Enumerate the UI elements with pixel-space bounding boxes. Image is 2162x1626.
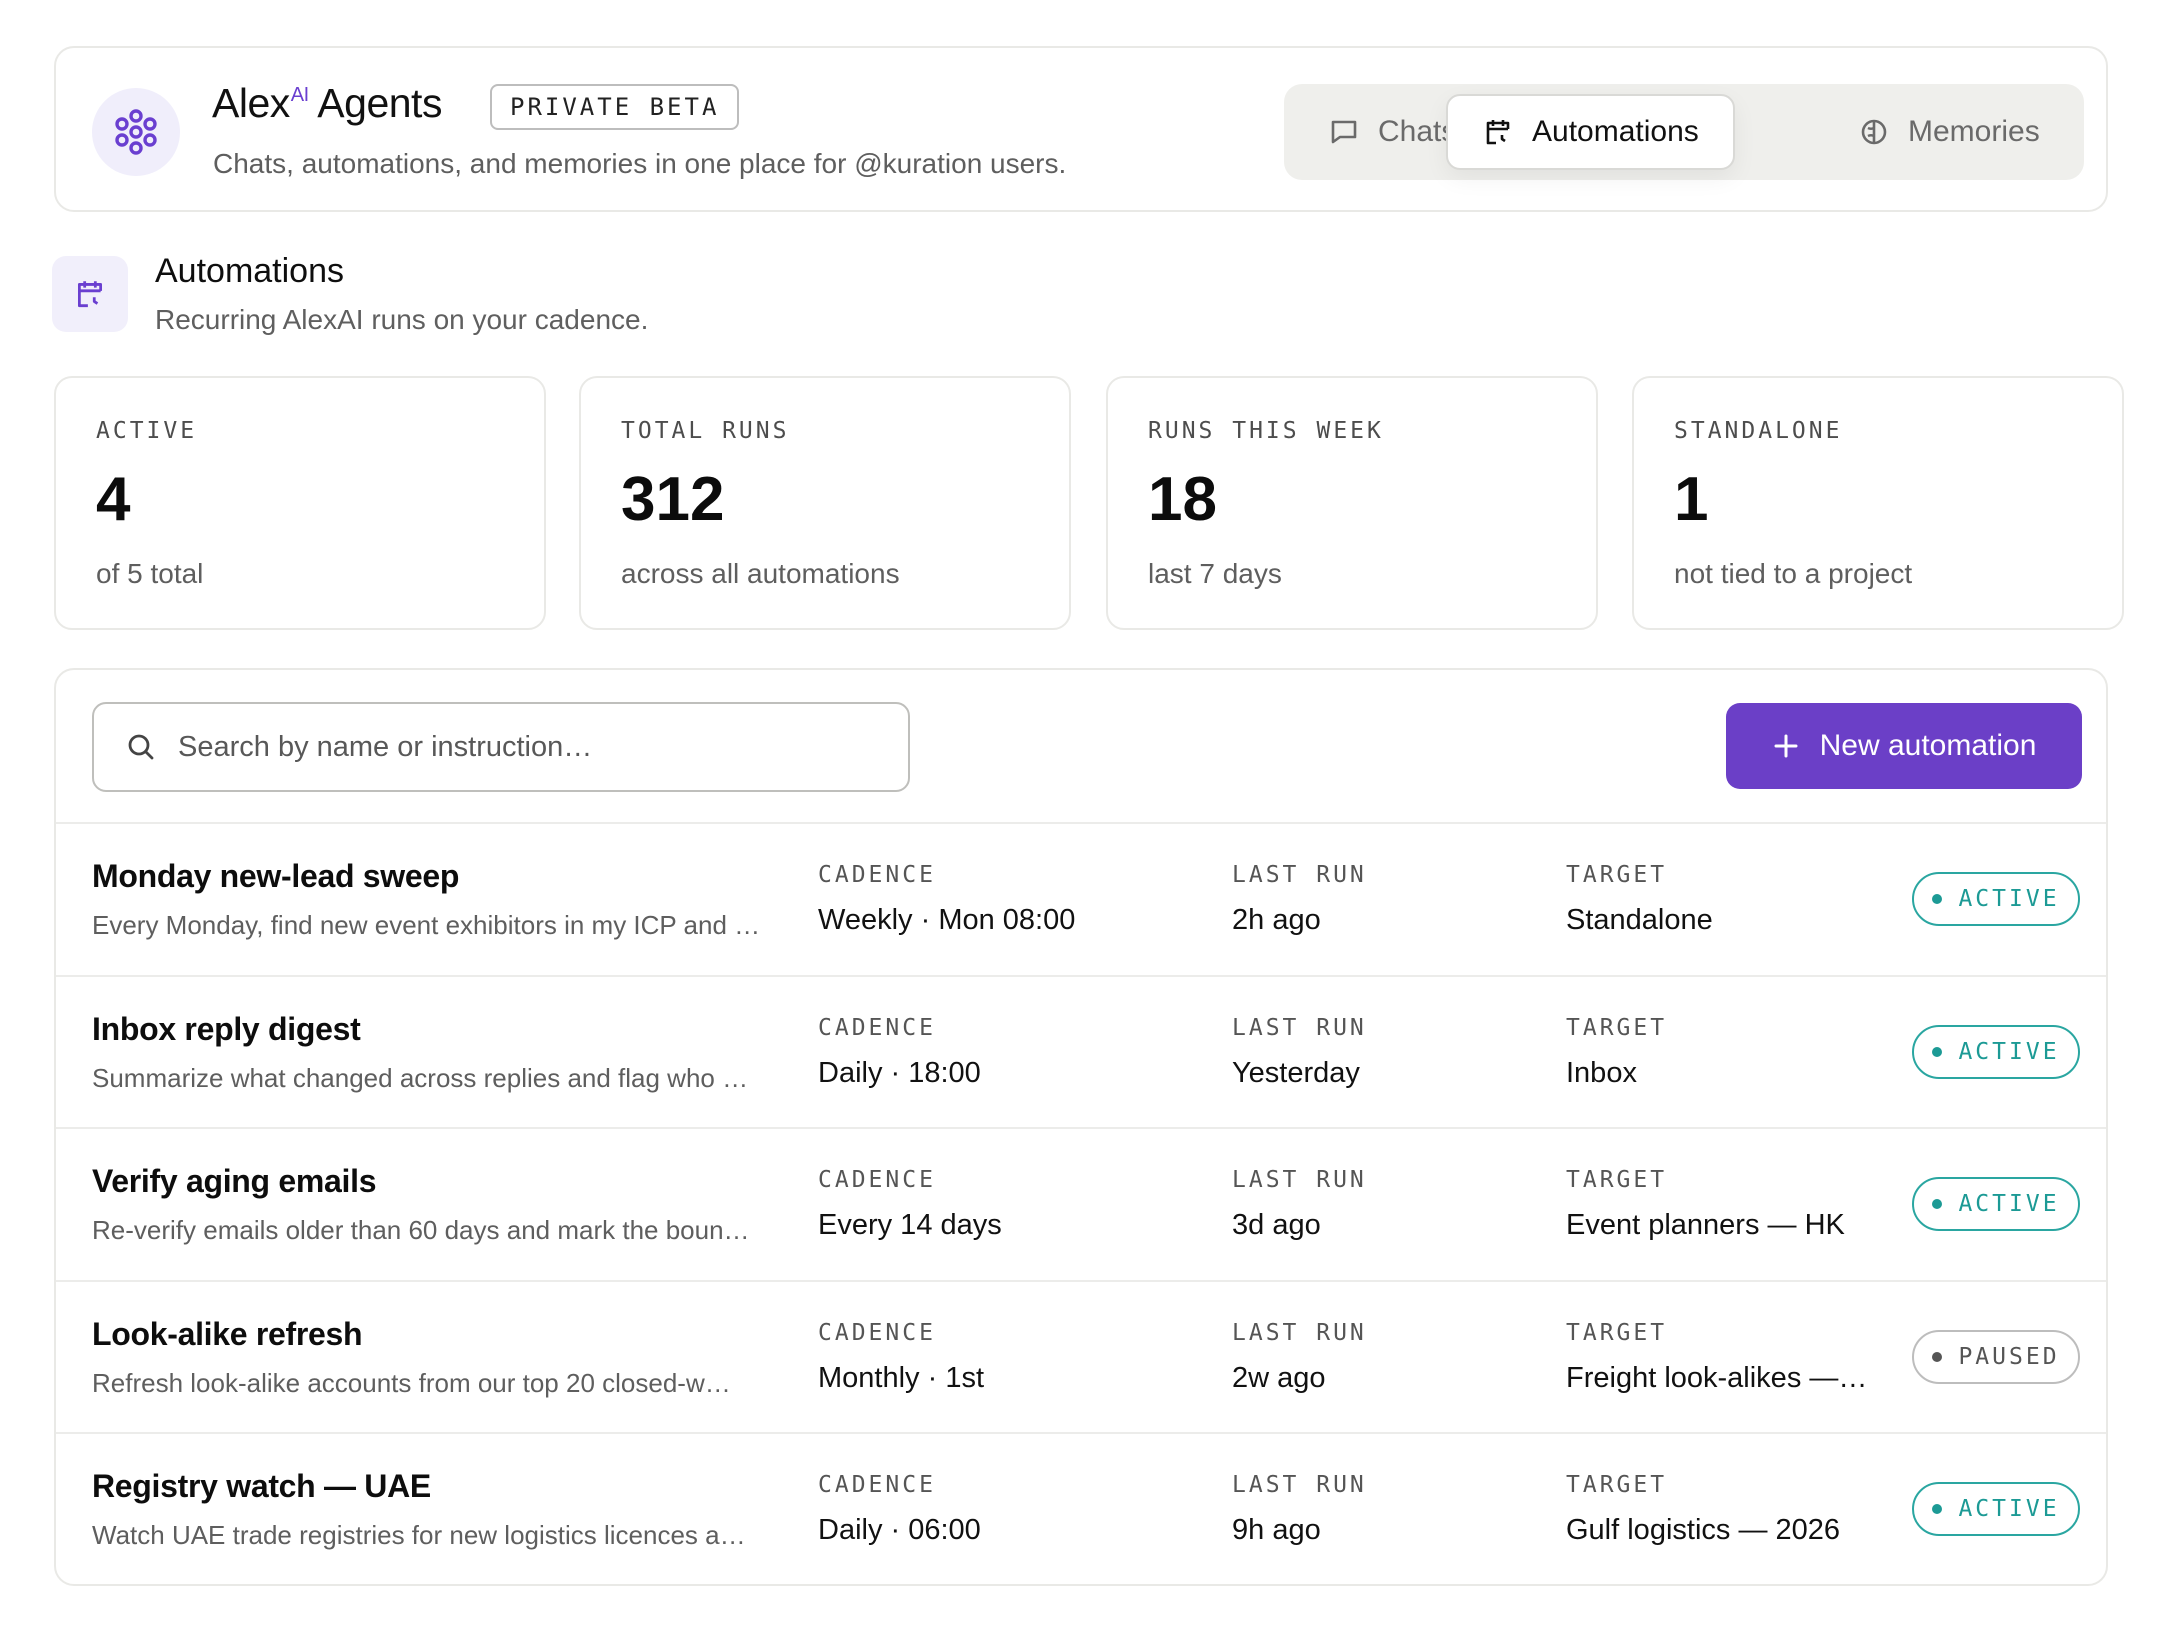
cadence-value: Daily · 18:00 [818, 1056, 981, 1089]
target-value: Standalone [1566, 904, 1713, 936]
status-badge[interactable]: PAUSED [1912, 1329, 2080, 1384]
beta-badge: PRIVATE BETA [490, 84, 740, 130]
automation-name: Look-alike refresh [92, 1315, 363, 1352]
brain-icon [1861, 119, 1887, 145]
last-run-value: Yesterday [1232, 1056, 1360, 1089]
status-dot-icon [1932, 1046, 1943, 1057]
stat-value: 18 [1148, 465, 1217, 534]
search-box[interactable] [92, 702, 910, 792]
table-row[interactable]: Look-alike refresh Refresh look-alike ac… [56, 1279, 2106, 1433]
cadence-label: CADENCE [818, 862, 936, 888]
automation-list: Monday new-lead sweep Every Monday, find… [56, 822, 2106, 1584]
table-row[interactable]: Registry watch — UAE Watch UAE trade reg… [56, 1432, 2106, 1584]
status-dot-icon [1932, 894, 1943, 904]
last-run-label: LAST RUN [1232, 1167, 1367, 1193]
app-title: AlexAI Agents [212, 80, 442, 126]
cadence-value: Daily · 06:00 [818, 1514, 981, 1546]
last-run-label: LAST RUN [1232, 1472, 1367, 1498]
tab-automations[interactable]: Automations [1446, 94, 1735, 170]
last-run-label: LAST RUN [1232, 1014, 1367, 1041]
view-switcher: Chats Automations Memories [1284, 84, 2084, 180]
stat-label: RUNS THIS WEEK [1148, 418, 1384, 444]
automation-description: Every Monday, find new event exhibitors … [92, 910, 761, 940]
stat-card-runs-this-week: RUNS THIS WEEK 18 last 7 days [1106, 376, 1598, 630]
cadence-label: CADENCE [818, 1167, 936, 1193]
status-badge[interactable]: ACTIVE [1912, 1482, 2080, 1536]
target-label: TARGET [1566, 1472, 1668, 1498]
app-header: AlexAI Agents PRIVATE BETA Chats, automa… [54, 46, 2108, 212]
target-value: Event planners — HK [1566, 1209, 1845, 1241]
tab-memories[interactable]: Memories [1824, 94, 2074, 170]
cadence-value: Weekly · Mon 08:00 [818, 904, 1076, 936]
chat-bubble-icon [1331, 120, 1357, 144]
target-value: Gulf logistics — 2026 [1566, 1514, 1841, 1546]
section-title: Automations [155, 252, 344, 290]
stat-note: last 7 days [1148, 558, 1282, 589]
stat-card-standalone: STANDALONE 1 not tied to a project [1632, 376, 2124, 630]
stat-note: not tied to a project [1674, 558, 1913, 589]
stat-value: 312 [621, 465, 725, 534]
cadence-label: CADENCE [818, 1319, 936, 1346]
last-run-label: LAST RUN [1232, 1319, 1367, 1346]
last-run-label: LAST RUN [1232, 862, 1367, 888]
app-subtitle: Chats, automations, and memories in one … [213, 148, 1067, 179]
status-dot-icon [1932, 1199, 1943, 1209]
automation-description: Watch UAE trade registries for new logis… [92, 1520, 746, 1550]
cadence-label: CADENCE [818, 1014, 936, 1041]
table-row[interactable]: Verify aging emails Re-verify emails old… [56, 1127, 2106, 1280]
status-dot-icon [1932, 1351, 1943, 1362]
status-badge[interactable]: ACTIVE [1912, 1024, 2080, 1079]
last-run-value: 2w ago [1232, 1361, 1326, 1394]
automation-description: Re-verify emails older than 60 days and … [92, 1215, 750, 1245]
table-row[interactable]: Monday new-lead sweep Every Monday, find… [56, 822, 2106, 975]
table-row[interactable]: Inbox reply digest Summarize what change… [56, 974, 2106, 1128]
stat-card-total-runs: TOTAL RUNS 312 across all automations [579, 376, 1071, 630]
last-run-value: 3d ago [1232, 1209, 1321, 1241]
stat-label: STANDALONE [1674, 418, 1843, 444]
last-run-value: 2h ago [1232, 904, 1321, 936]
calendar-clock-icon [77, 281, 103, 308]
automation-description: Summarize what changed across replies an… [92, 1062, 749, 1093]
section-subtitle: Recurring AlexAI runs on your cadence. [155, 304, 649, 335]
automation-name: Monday new-lead sweep [92, 858, 460, 894]
cadence-value: Monthly · 1st [818, 1361, 984, 1394]
calendar-clock-icon [1486, 120, 1510, 145]
target-value: Freight look-alikes —… [1566, 1361, 1868, 1394]
stat-label: TOTAL RUNS [621, 418, 790, 444]
status-badge[interactable]: ACTIVE [1912, 872, 2080, 926]
section-icon [52, 256, 128, 332]
target-value: Inbox [1566, 1056, 1637, 1089]
target-label: TARGET [1566, 1014, 1668, 1041]
stat-card-active: ACTIVE 4 of 5 total [54, 376, 546, 630]
automation-name: Registry watch — UAE [92, 1468, 431, 1504]
cadence-value: Every 14 days [818, 1209, 1002, 1241]
logo [92, 88, 180, 176]
status-badge[interactable]: ACTIVE [1912, 1177, 2080, 1231]
last-run-value: 9h ago [1232, 1514, 1321, 1546]
target-label: TARGET [1566, 862, 1668, 888]
automation-name: Inbox reply digest [92, 1010, 361, 1047]
stat-label: ACTIVE [96, 418, 198, 444]
stat-value: 4 [96, 465, 131, 534]
target-label: TARGET [1566, 1319, 1668, 1346]
target-label: TARGET [1566, 1167, 1668, 1193]
automation-description: Refresh look-alike accounts from our top… [92, 1367, 731, 1398]
search-input[interactable] [178, 730, 858, 764]
automations-table: New automation Monday new-lead sweep Eve… [54, 668, 2108, 1586]
search-icon [128, 734, 154, 760]
status-dot-icon [1932, 1504, 1943, 1514]
cadence-label: CADENCE [818, 1472, 936, 1498]
plus-icon [1774, 734, 1798, 758]
stat-value: 1 [1674, 465, 1709, 534]
new-automation-button[interactable]: New automation [1726, 703, 2082, 789]
stat-note: across all automations [621, 558, 900, 589]
flower-logo-icon [115, 109, 157, 155]
automation-name: Verify aging emails [92, 1163, 377, 1199]
stat-note: of 5 total [96, 558, 204, 589]
